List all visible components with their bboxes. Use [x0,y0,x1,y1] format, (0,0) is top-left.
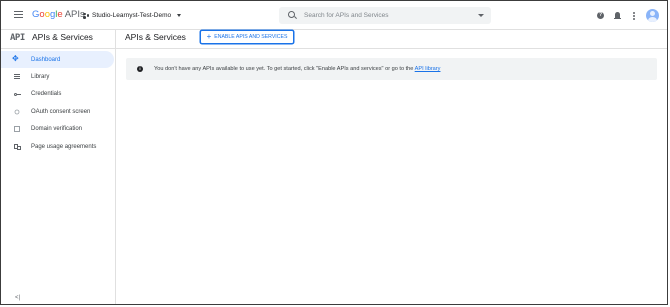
sidebar: API APIs & Services Dashboard Library Cr… [1,29,116,304]
menu-icon[interactable] [14,11,23,18]
banner-message: You don't have any APIs available to use… [154,66,440,72]
search-input[interactable] [304,9,464,21]
sidebar-item-dashboard[interactable]: Dashboard [1,51,114,69]
api-library-link[interactable]: API library [415,66,441,72]
search-icon [288,11,295,18]
search-dropdown-icon[interactable] [478,14,484,17]
apis-wordmark: APIs [64,9,85,20]
help-icon[interactable]: ? [597,12,604,19]
library-icon [14,74,20,81]
collapse-sidebar-icon[interactable]: <| [15,295,20,301]
chevron-down-icon [177,14,182,17]
google-wordmark: Google [32,9,63,20]
sidebar-item-label: Library [31,74,50,81]
sidebar-header: API APIs & Services [1,29,115,49]
sidebar-item-label: Domain verification [31,126,83,133]
domain-icon [14,126,20,133]
banner-text: You don't have any APIs available to use… [154,66,415,72]
more-options-icon[interactable] [633,12,635,21]
project-name: Studio-Learnyst-Test-Demo [92,12,172,19]
enable-apis-label: ENABLE APIS AND SERVICES [214,34,288,40]
sidebar-item-label: Page usage agreements [31,143,97,150]
notifications-icon[interactable] [614,12,621,19]
sidebar-title: APIs & Services [32,32,93,42]
project-icon [83,12,89,19]
sidebar-item-library[interactable]: Library [1,68,115,85]
project-selector[interactable]: Studio-Learnyst-Test-Demo [83,12,182,19]
sidebar-item-credentials[interactable]: Credentials [1,86,115,103]
google-apis-logo[interactable]: Google APIs [32,9,85,20]
sidebar-item-domain-verification[interactable]: Domain verification [1,121,115,138]
sidebar-nav: Dashboard Library Credentials OAuth cons… [1,51,115,155]
dashboard-icon [12,54,20,63]
api-logo: API [10,33,25,43]
key-icon [14,91,21,97]
sidebar-item-label: Credentials [31,91,62,98]
sidebar-item-label: OAuth consent screen [31,108,91,115]
search-bar[interactable] [279,7,491,24]
top-bar: GoogleAPIs Studio-Learnyst-Test-Demo ? [1,1,667,30]
oauth-icon [14,109,20,115]
avatar[interactable] [646,9,659,22]
plus-icon: + [206,31,212,41]
page-usage-icon [14,143,21,150]
main-header: APIs & Services + ENABLE APIS AND SERVIC… [116,29,667,49]
sidebar-item-label: Dashboard [31,56,61,63]
page-title: APIs & Services [125,32,186,42]
sidebar-item-oauth-consent[interactable]: OAuth consent screen [1,103,115,120]
sidebar-item-page-usage[interactable]: Page usage agreements [1,138,115,155]
enable-apis-button[interactable]: + ENABLE APIS AND SERVICES [200,30,294,44]
info-icon: i [137,66,143,72]
info-banner: i You don't have any APIs available to u… [126,58,657,80]
